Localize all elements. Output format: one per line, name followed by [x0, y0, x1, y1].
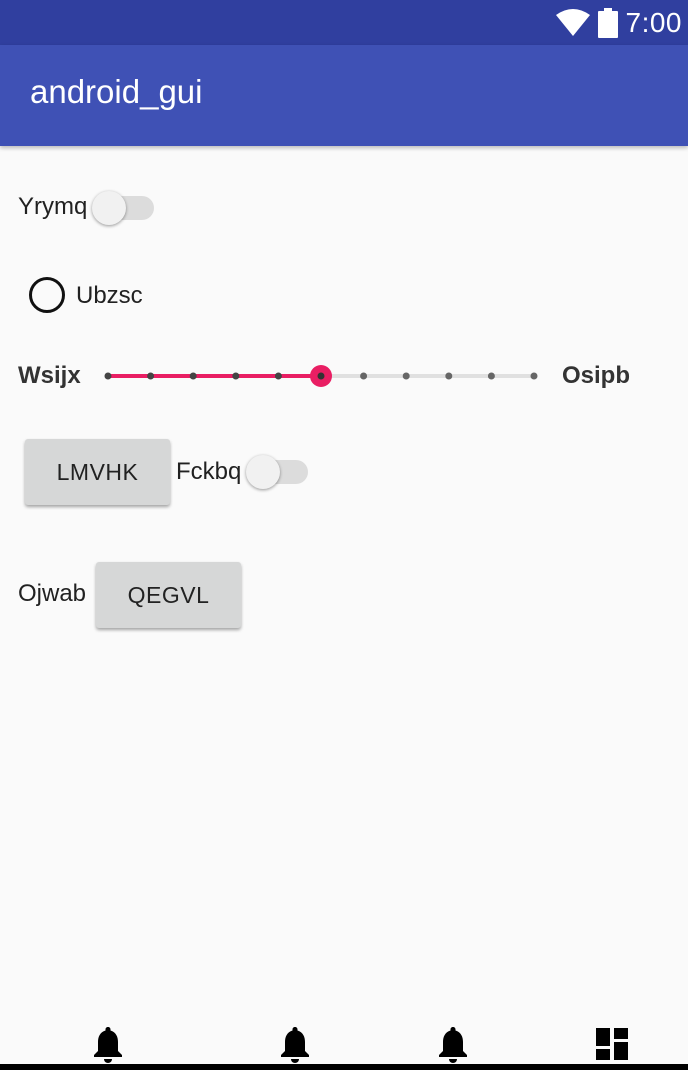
dashboard-icon[interactable] [596, 1028, 628, 1060]
status-icons: 7:00 [555, 0, 683, 45]
slider-thumb-tick [317, 372, 325, 380]
slider-left-label: Wsijx [18, 362, 81, 389]
switch-yrymq-label: Yrymq [18, 193, 88, 220]
ojwab-label: Ojwab [18, 580, 87, 607]
slider-tick [189, 372, 197, 380]
switch-thumb [246, 455, 280, 489]
radio-ubzsc[interactable] [29, 277, 65, 313]
app-title: android_gui [30, 73, 203, 110]
status-bar: 7:00 [0, 0, 688, 45]
lmvhk-button[interactable]: LMVHK [25, 439, 170, 505]
slider-track [104, 365, 538, 387]
slider-tick [360, 372, 368, 380]
bell-icon[interactable] [437, 1026, 469, 1064]
slider-tick [530, 372, 538, 380]
qegvl-button[interactable]: QEGVL [96, 562, 241, 628]
slider-right-label: Osipb [562, 362, 631, 389]
bell-icon[interactable] [279, 1026, 311, 1064]
bell-icon[interactable] [92, 1026, 124, 1064]
wifi-icon [555, 8, 590, 36]
slider-tick [104, 372, 112, 380]
slider-tick [232, 372, 240, 380]
bottom-edge [0, 1064, 688, 1070]
app-bar: android_gui [0, 45, 688, 146]
slider-tick [402, 372, 410, 380]
discrete-slider[interactable] [100, 356, 540, 396]
switch-fckbq-label: Fckbq [176, 458, 242, 485]
switch-thumb [92, 191, 126, 225]
slider-tick [487, 372, 495, 380]
radio-ubzsc-label: Ubzsc [76, 282, 143, 309]
battery-icon [597, 7, 618, 38]
switch-yrymq[interactable] [92, 190, 156, 226]
bottom-navigation [0, 1020, 688, 1070]
status-time: 7:00 [625, 6, 682, 38]
screen: 7:00 android_gui Yrymq Ubzsc Wsijx Osipb… [0, 0, 688, 1070]
slider-tick [274, 372, 282, 380]
slider-tick [147, 372, 155, 380]
slider-tick [445, 372, 453, 380]
switch-fckbq[interactable] [246, 454, 310, 490]
